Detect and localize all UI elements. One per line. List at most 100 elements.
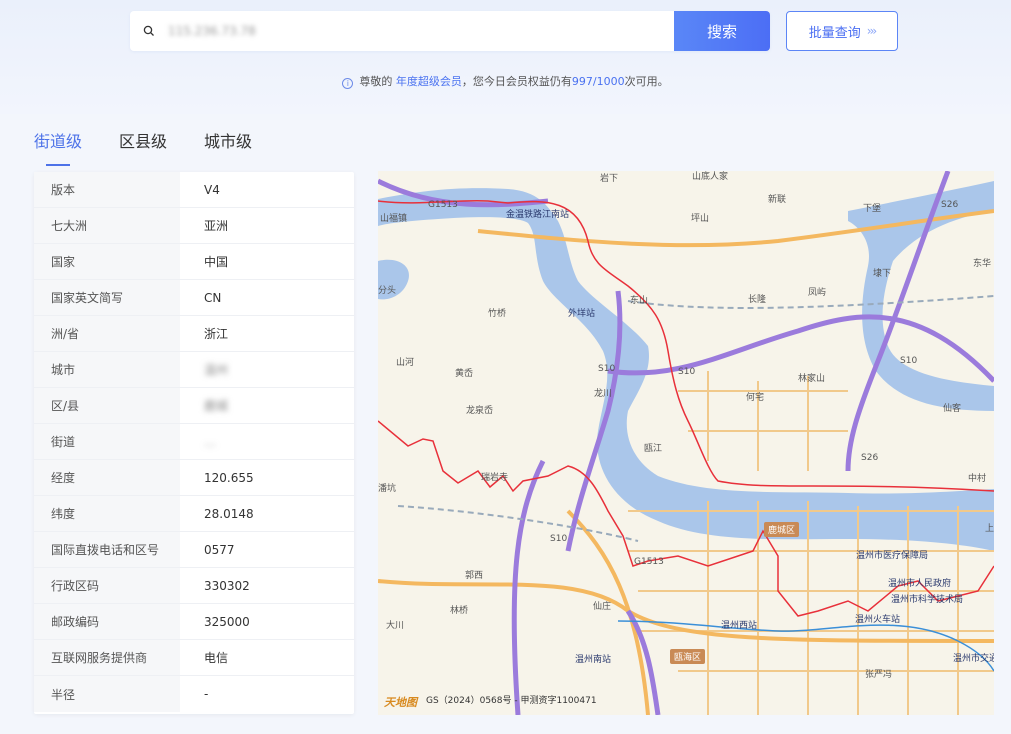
svg-text:温州南站: 温州南站 bbox=[575, 653, 611, 665]
table-row: 街道 … bbox=[34, 424, 354, 460]
district-tag-ouhai: 瓯海区 bbox=[670, 649, 706, 664]
svg-text:S10: S10 bbox=[900, 356, 917, 366]
row-value: CN bbox=[204, 290, 222, 305]
tab-district[interactable]: 区县级 bbox=[119, 128, 167, 166]
table-row: 国家 中国 bbox=[34, 244, 354, 280]
svg-text:G1513: G1513 bbox=[634, 557, 664, 567]
notice-suffix: 次可用。 bbox=[624, 75, 669, 88]
search-box: 搜索 bbox=[130, 11, 770, 51]
svg-text:温州市交通: 温州市交通 bbox=[953, 652, 994, 664]
svg-text:分头: 分头 bbox=[378, 285, 396, 296]
membership-notice: i 尊敬的 年度超级会员，您今日会员权益仍有997/1000次可用。 bbox=[0, 73, 1011, 89]
row-value: 28.0148 bbox=[204, 506, 254, 521]
triple-chevron-icon: ››› bbox=[866, 24, 878, 38]
svg-text:竹桥: 竹桥 bbox=[488, 307, 506, 319]
svg-text:凤屿: 凤屿 bbox=[808, 287, 826, 298]
row-key: 七大洲 bbox=[34, 208, 180, 243]
table-row: 区/县 鹿城 bbox=[34, 388, 354, 424]
row-value: 330302 bbox=[204, 578, 250, 593]
svg-text:山福镇: 山福镇 bbox=[380, 212, 407, 224]
tab-city[interactable]: 城市级 bbox=[204, 128, 252, 166]
svg-text:S26: S26 bbox=[861, 453, 878, 463]
svg-text:新联: 新联 bbox=[768, 193, 786, 205]
row-value: 中国 bbox=[204, 255, 229, 269]
svg-text:温州市科学技术局: 温州市科学技术局 bbox=[891, 593, 963, 605]
search-icon bbox=[130, 11, 168, 51]
row-key: 街道 bbox=[34, 424, 180, 459]
map-copyright: GS（2024）0568号 - 甲测资字1100471 bbox=[426, 696, 597, 706]
table-row: 洲/省 浙江 bbox=[34, 316, 354, 352]
svg-text:坪山: 坪山 bbox=[691, 213, 709, 224]
table-row: 互联网服务提供商 电信 bbox=[34, 640, 354, 676]
search-button[interactable]: 搜索 bbox=[674, 11, 770, 51]
table-row: 行政区码 330302 bbox=[34, 568, 354, 604]
row-key: 行政区码 bbox=[34, 568, 180, 603]
row-key: 城市 bbox=[34, 352, 180, 387]
svg-text:林家山: 林家山 bbox=[798, 372, 825, 384]
svg-text:上: 上 bbox=[985, 523, 994, 534]
svg-text:东华: 东华 bbox=[973, 257, 991, 269]
svg-text:金温铁路江南站: 金温铁路江南站 bbox=[506, 208, 569, 220]
svg-text:仙客: 仙客 bbox=[943, 402, 961, 414]
table-row: 七大洲 亚洲 bbox=[34, 208, 354, 244]
svg-text:S10: S10 bbox=[550, 534, 567, 544]
tab-street[interactable]: 街道级 bbox=[34, 128, 82, 166]
svg-text:龙川: 龙川 bbox=[594, 387, 612, 399]
level-tabs: 街道级 区县级 城市级 bbox=[34, 128, 289, 166]
row-key: 邮政编码 bbox=[34, 604, 180, 639]
table-row: 城市 温州 bbox=[34, 352, 354, 388]
svg-text:温州市人民政府: 温州市人民政府 bbox=[888, 577, 951, 589]
svg-text:长隆: 长隆 bbox=[748, 293, 766, 305]
row-value: 0577 bbox=[204, 542, 235, 557]
svg-text:东山: 东山 bbox=[630, 294, 648, 306]
svg-text:S10: S10 bbox=[678, 367, 695, 377]
svg-text:张严冯: 张严冯 bbox=[865, 669, 892, 680]
row-value: V4 bbox=[204, 182, 220, 197]
svg-text:林桥: 林桥 bbox=[450, 604, 468, 616]
row-key: 国家 bbox=[34, 244, 180, 279]
row-key: 互联网服务提供商 bbox=[34, 640, 180, 675]
table-row: 国际直拨电话和区号 0577 bbox=[34, 532, 354, 568]
svg-text:中村: 中村 bbox=[968, 472, 986, 484]
svg-text:温州市医疗保障局: 温州市医疗保障局 bbox=[856, 549, 928, 561]
quota-count: 997/1000 bbox=[571, 75, 625, 88]
row-key: 经度 bbox=[34, 460, 180, 495]
map-provider-logo: 天地图 bbox=[384, 696, 417, 709]
district-tag-lucheng: 鹿城区 bbox=[764, 522, 800, 537]
row-value: 120.655 bbox=[204, 470, 254, 485]
info-icon: i bbox=[342, 78, 354, 89]
svg-text:埭下: 埭下 bbox=[873, 268, 891, 279]
svg-text:何宅: 何宅 bbox=[746, 391, 764, 403]
table-row: 版本 V4 bbox=[34, 172, 354, 208]
svg-text:郭西: 郭西 bbox=[465, 569, 483, 581]
svg-text:G1513: G1513 bbox=[428, 200, 458, 210]
svg-text:岩下: 岩下 bbox=[600, 172, 618, 184]
svg-text:S10: S10 bbox=[598, 364, 615, 374]
svg-text:山河: 山河 bbox=[396, 356, 414, 368]
table-row: 纬度 28.0148 bbox=[34, 496, 354, 532]
svg-text:潘坑: 潘坑 bbox=[378, 482, 396, 494]
svg-text:S26: S26 bbox=[941, 200, 958, 210]
svg-text:瑞岩寺: 瑞岩寺 bbox=[481, 471, 508, 483]
row-key: 国际直拨电话和区号 bbox=[34, 532, 180, 567]
svg-text:温州火车站: 温州火车站 bbox=[855, 613, 900, 625]
ip-search-input[interactable] bbox=[168, 11, 674, 51]
expressways bbox=[378, 171, 994, 715]
table-row: 半径 - bbox=[34, 676, 354, 712]
batch-query-button[interactable]: 批量查询 ››› bbox=[786, 11, 898, 51]
svg-text:大川: 大川 bbox=[386, 619, 404, 631]
row-value: 温州 bbox=[204, 363, 229, 377]
svg-text:瓯江: 瓯江 bbox=[644, 443, 662, 454]
svg-text:下堡: 下堡 bbox=[863, 202, 881, 214]
row-key: 洲/省 bbox=[34, 316, 180, 351]
table-row: 国家英文简写 CN bbox=[34, 280, 354, 316]
table-row: 邮政编码 325000 bbox=[34, 604, 354, 640]
row-value: … bbox=[204, 434, 216, 449]
row-key: 半径 bbox=[34, 676, 180, 712]
svg-text:外垟站: 外垟站 bbox=[568, 307, 595, 319]
row-key: 纬度 bbox=[34, 496, 180, 531]
svg-text:黄岙: 黄岙 bbox=[455, 367, 473, 379]
location-map[interactable]: 岩下 山底人家 坪山 新联 下堡 山福镇 金温铁路江南站 竹桥 外垟站 东山 长… bbox=[378, 171, 994, 715]
membership-level-link[interactable]: 年度超级会员 bbox=[396, 75, 462, 88]
major-roads bbox=[378, 209, 994, 715]
